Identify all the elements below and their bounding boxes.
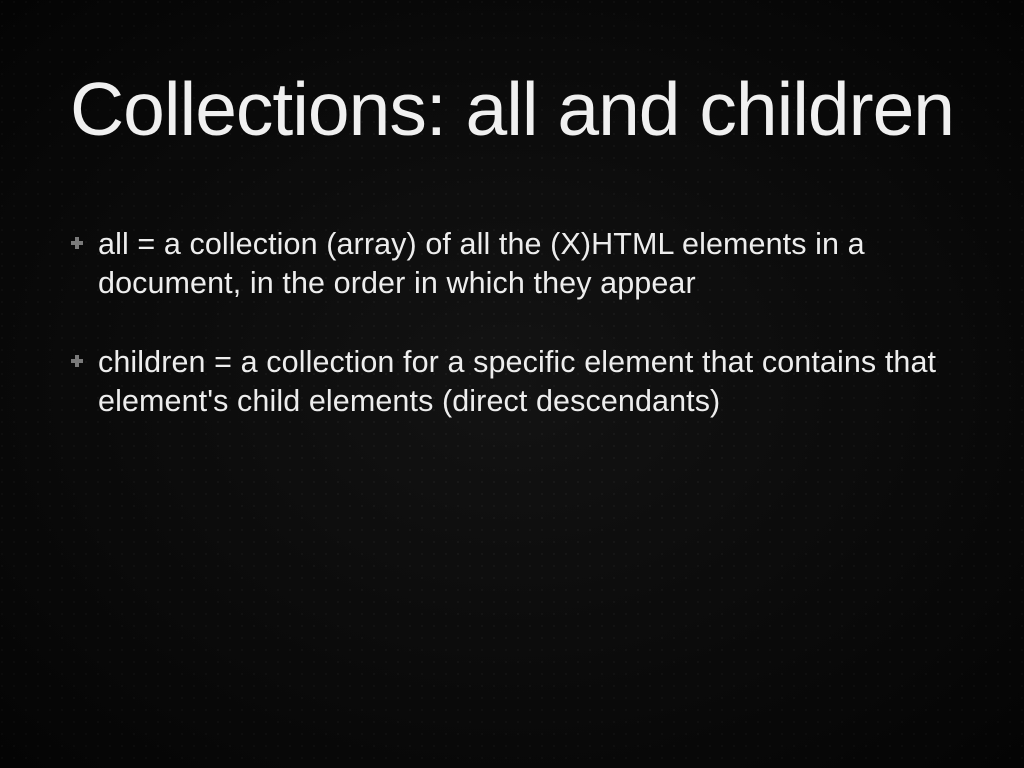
bullet-icon <box>70 354 84 368</box>
bullet-icon <box>70 236 84 250</box>
slide-title: Collections: all and children <box>70 72 954 147</box>
bullet-item: children = a collection for a specific e… <box>98 343 954 421</box>
bullet-text: all = a collection (array) of all the (X… <box>98 227 865 300</box>
bullet-text: children = a collection for a specific e… <box>98 345 936 418</box>
bullet-list: all = a collection (array) of all the (X… <box>70 225 954 421</box>
slide: Collections: all and children all = a co… <box>0 0 1024 768</box>
bullet-item: all = a collection (array) of all the (X… <box>98 225 954 303</box>
